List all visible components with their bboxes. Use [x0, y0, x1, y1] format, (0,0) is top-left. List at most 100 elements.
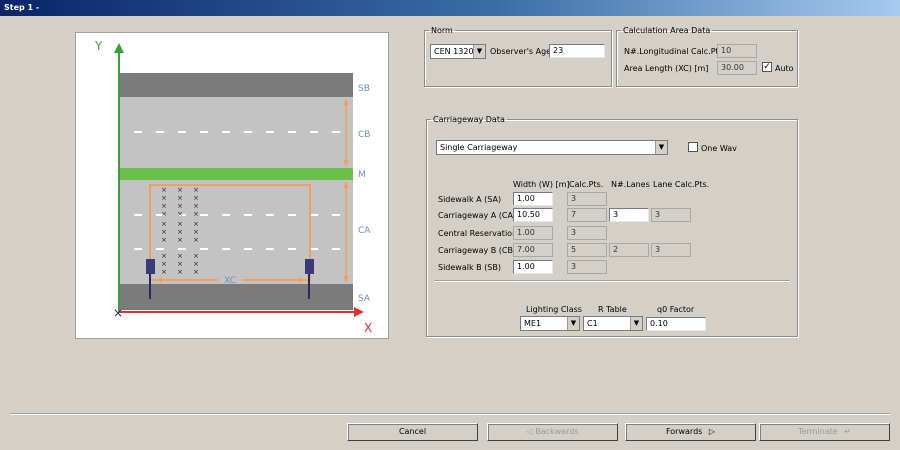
back-icon: ◁: [526, 427, 533, 436]
calc-point-marker: ×: [177, 228, 183, 236]
one-way-checkbox[interactable]: [688, 142, 698, 152]
long-pts-label: N#.Longitudinal Calc.Pts.: [624, 47, 726, 56]
header-lane-pts: Lane Calc.Pts.: [653, 180, 710, 189]
lanes-input-ca[interactable]: 3: [609, 208, 649, 222]
one-way-label: One Wav: [701, 144, 737, 153]
origin-marker: ×: [113, 306, 123, 320]
calc-point-marker: ×: [193, 252, 199, 260]
luminaire-right: [305, 259, 314, 274]
calc-point-marker: ×: [193, 186, 199, 194]
lanes-cb: 2: [609, 243, 649, 257]
chevron-down-icon[interactable]: ▼: [567, 317, 579, 330]
chevron-down-icon[interactable]: ▼: [655, 141, 667, 154]
header-calc-pts: Calc.Pts.: [569, 180, 604, 189]
area-length-label: Area Length (XC) [m]: [624, 64, 709, 73]
x-axis-arrow: [354, 307, 364, 317]
observer-age-input[interactable]: 23: [549, 44, 605, 58]
auto-label: Auto: [775, 64, 794, 73]
cb-label: CB: [358, 130, 370, 140]
calc-point-marker: ×: [193, 228, 199, 236]
header-lanes: N#.Lanes: [611, 180, 650, 189]
auto-checkbox[interactable]: ✓: [762, 62, 772, 72]
calc-point-marker: ×: [193, 202, 199, 210]
cancel-button-label: Cancel: [398, 427, 427, 436]
width-input-ca[interactable]: 10.50: [513, 208, 553, 222]
calc-pts-cb: 5: [567, 243, 607, 257]
width-input-sb[interactable]: 1.00: [513, 260, 553, 274]
terminate-button-label: Terminate: [798, 427, 838, 436]
m-label: M: [358, 170, 366, 180]
q0-factor-input[interactable]: 0.10: [646, 317, 706, 331]
calc-pts-sb: 3: [567, 260, 607, 274]
calc-point-marker: ×: [161, 268, 167, 276]
calc-point-marker: ×: [161, 228, 167, 236]
width-cb: 7.00: [513, 243, 553, 257]
calc-pts-sa: 3: [567, 192, 607, 206]
footer-separator: [10, 413, 890, 415]
calc-point-marker: ×: [161, 260, 167, 268]
calc-pts-ca: 7: [567, 208, 607, 222]
norm-select[interactable]: CEN 13201 ▼: [430, 44, 486, 59]
sidewalk-a-strip: [120, 284, 353, 310]
lighting-class-select[interactable]: ME1 ▼: [520, 316, 580, 331]
forwards-button[interactable]: Forwards ▷: [625, 423, 756, 441]
calc-point-marker: ×: [161, 202, 167, 210]
sidewalk-b-strip: [120, 73, 353, 97]
luminaire-left: [146, 259, 155, 274]
norm-select-value: CEN 13201: [434, 47, 479, 56]
width-input-sa[interactable]: 1.00: [513, 192, 553, 206]
calc-points: × × ×× × ×× × ×× × ×× × ×× × ×× × ×× × ×× × ×× × ×: [161, 186, 199, 276]
calc-point-marker: ×: [161, 220, 167, 228]
row-label-m: Central Reservation: [438, 229, 518, 238]
lighting-class-value: ME1: [524, 319, 542, 328]
backwards-button[interactable]: ◁ Backwards: [487, 423, 618, 441]
observer-age-label: Observer's Age: [490, 47, 552, 56]
row-label-sa: Sidewalk A (SA): [438, 195, 502, 204]
x-axis-label: X: [364, 321, 372, 335]
road-diagram: × × × × × × × × × × × × × × × × × × × × × × × × × × × × × × XC SB CB …: [75, 32, 389, 339]
calc-point-marker: ×: [193, 210, 199, 218]
calc-point-marker: ×: [177, 186, 183, 194]
long-pts-value: 10: [717, 44, 757, 58]
calc-point-marker: ×: [161, 236, 167, 244]
sa-label: SA: [358, 294, 371, 304]
header-width: Width (W) [m]: [513, 180, 570, 189]
terminate-button[interactable]: Terminate ↵: [759, 423, 890, 441]
row-label-ca: Carriageway A (CA): [438, 211, 517, 220]
row-label-sb: Sidewalk B (SB): [438, 263, 501, 272]
chevron-down-icon[interactable]: ▼: [473, 45, 485, 58]
norm-legend: Norm: [431, 26, 453, 35]
y-axis-label: Y: [94, 39, 103, 53]
carriageway-type-value: Single Carriageway: [440, 143, 518, 152]
r-table-value: C1: [587, 319, 598, 328]
r-table-select[interactable]: C1 ▼: [583, 316, 643, 331]
calc-point-marker: ×: [177, 260, 183, 268]
width-m: 1.00: [513, 226, 553, 240]
backwards-button-label: Backwards: [535, 427, 579, 436]
xc-label: XC: [224, 276, 236, 286]
road-diagram-svg: × × ×× × ×× × ×× × ×× × ×× × ×× × ×× × ×× × ×× × × XC SB CB …: [94, 39, 372, 335]
cancel-button[interactable]: Cancel: [347, 423, 478, 441]
chevron-down-icon[interactable]: ▼: [630, 317, 642, 330]
calc-pts-m: 3: [567, 226, 607, 240]
calc-point-marker: ×: [177, 236, 183, 244]
lane-pts-ca: 3: [651, 208, 691, 222]
lighting-class-label: Lighting Class: [526, 305, 582, 314]
q0-factor-label: q0 Factor: [657, 305, 695, 314]
row-label-cb: Carriageway B (CB): [438, 246, 517, 255]
calc-point-marker: ×: [161, 186, 167, 194]
calc-point-marker: ×: [177, 268, 183, 276]
calc-point-marker: ×: [161, 210, 167, 218]
calc-area-group: Calculation Area Data: [616, 26, 798, 87]
calc-point-marker: ×: [193, 268, 199, 276]
carriageway-type-select[interactable]: Single Carriageway ▼: [436, 140, 668, 155]
calc-point-marker: ×: [193, 220, 199, 228]
lane-pts-cb: 3: [651, 243, 691, 257]
calc-point-marker: ×: [177, 194, 183, 202]
terminate-icon: ↵: [844, 427, 851, 436]
calc-point-marker: ×: [177, 202, 183, 210]
ca-label: CA: [358, 226, 371, 236]
carriageway-b-strip: [120, 97, 353, 168]
forward-icon: ▷: [708, 427, 716, 436]
sb-label: SB: [358, 84, 370, 94]
